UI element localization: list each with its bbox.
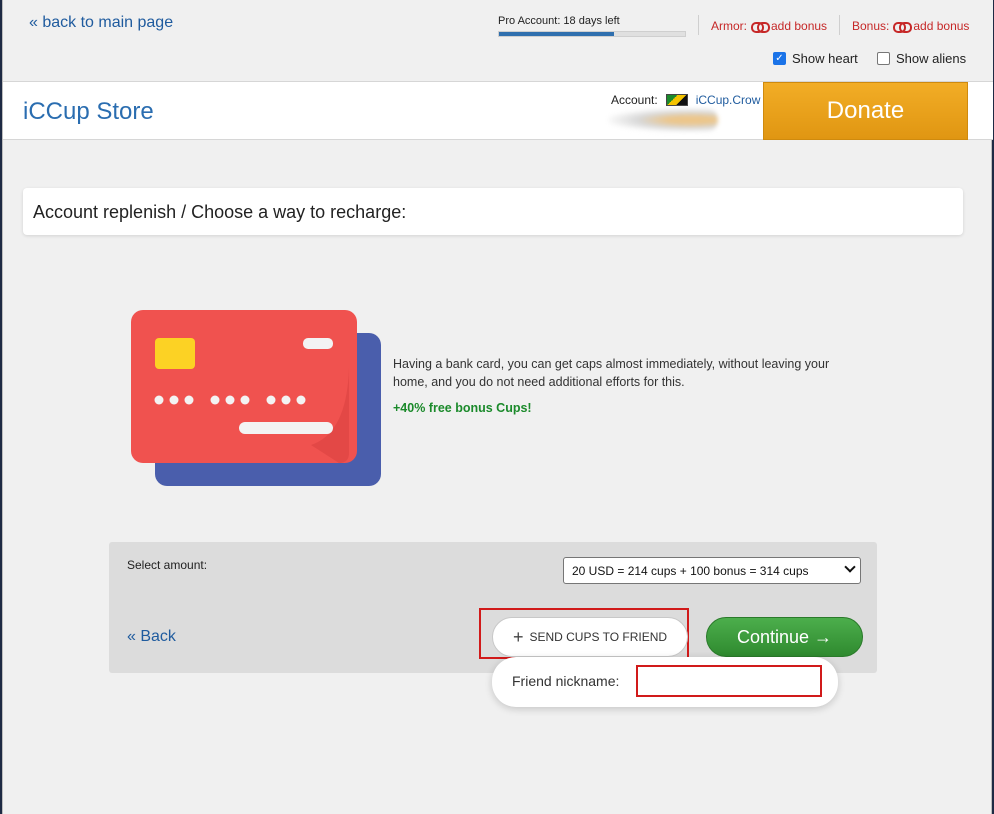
card-logo-mark [303, 338, 333, 349]
select-amount-label: Select amount: [127, 558, 208, 572]
show-heart-label: Show heart [792, 51, 858, 66]
pro-account-progress-fill [499, 32, 615, 36]
bank-card-illustration [131, 310, 381, 486]
description-text: Having a bank card, you can get caps alm… [393, 357, 830, 389]
amount-panel: Select amount: 20 USD = 214 cups + 100 b… [109, 542, 877, 673]
store-header: iCCup Store Account: iCCup.Crow Donate [3, 82, 993, 140]
divider [839, 15, 840, 35]
friend-nickname-popup: Friend nickname: [492, 657, 838, 707]
bonus-add-bonus-text: add bonus [913, 19, 970, 33]
account-name-link[interactable]: iCCup.Crow [696, 93, 761, 107]
back-link[interactable]: « Back [127, 628, 176, 646]
checkbox-unchecked-icon [877, 52, 890, 65]
page-title: Account replenish / Choose a way to rech… [23, 188, 963, 235]
amount-select-value: 20 USD = 214 cups + 100 bonus = 314 cups [572, 564, 809, 578]
donate-button[interactable]: Donate [763, 82, 968, 140]
store-title: iCCup Store [23, 98, 154, 125]
amount-select[interactable]: 20 USD = 214 cups + 100 bonus = 314 cups [563, 557, 861, 584]
blurred-avatar [608, 108, 718, 132]
card-number-dots [154, 395, 306, 405]
armor-add-bonus-link[interactable]: Armor: add bonus [711, 19, 827, 33]
chevron-down-icon [844, 561, 856, 573]
armor-label: Armor: [711, 19, 747, 33]
link-chain-icon [893, 21, 913, 33]
checkbox-checked-icon: ✓ [773, 52, 786, 65]
friend-nickname-input[interactable] [636, 665, 822, 697]
show-aliens-label: Show aliens [896, 51, 967, 66]
show-heart-checkbox[interactable]: ✓ Show heart [773, 51, 858, 66]
card-name-strip [239, 422, 333, 434]
bonus-label: Bonus: [852, 19, 890, 33]
pro-account-progress [498, 31, 686, 37]
pro-account-status: Pro Account: 18 days left [498, 15, 688, 37]
pro-account-label: Pro Account: 18 days left [498, 15, 620, 27]
bonus-add-bonus-link[interactable]: Bonus: add bonus [852, 19, 969, 33]
plus-icon: + [512, 627, 524, 647]
send-cups-to-friend-button[interactable]: + SEND CUPS TO FRIEND [492, 617, 688, 657]
account-label: Account: [611, 93, 658, 107]
continue-button[interactable]: Continue → [706, 617, 863, 657]
account-info: Account: iCCup.Crow [611, 93, 760, 107]
card-chip-icon [155, 338, 195, 369]
back-to-main-link[interactable]: « back to main page [29, 14, 173, 32]
bonus-note: +40% free bonus Cups! [393, 401, 532, 415]
friend-nickname-label: Friend nickname: [512, 673, 620, 689]
divider [698, 15, 699, 35]
send-cups-label: SEND CUPS TO FRIEND [529, 630, 668, 644]
page-frame: « back to main page Pro Account: 18 days… [2, 0, 993, 814]
armor-add-bonus-text: add bonus [771, 19, 828, 33]
payment-description: Having a bank card, you can get caps alm… [393, 355, 863, 417]
show-aliens-checkbox[interactable]: Show aliens [877, 51, 966, 66]
top-bar: « back to main page Pro Account: 18 days… [3, 0, 993, 82]
flag-icon [665, 94, 688, 106]
link-chain-icon [751, 21, 770, 33]
